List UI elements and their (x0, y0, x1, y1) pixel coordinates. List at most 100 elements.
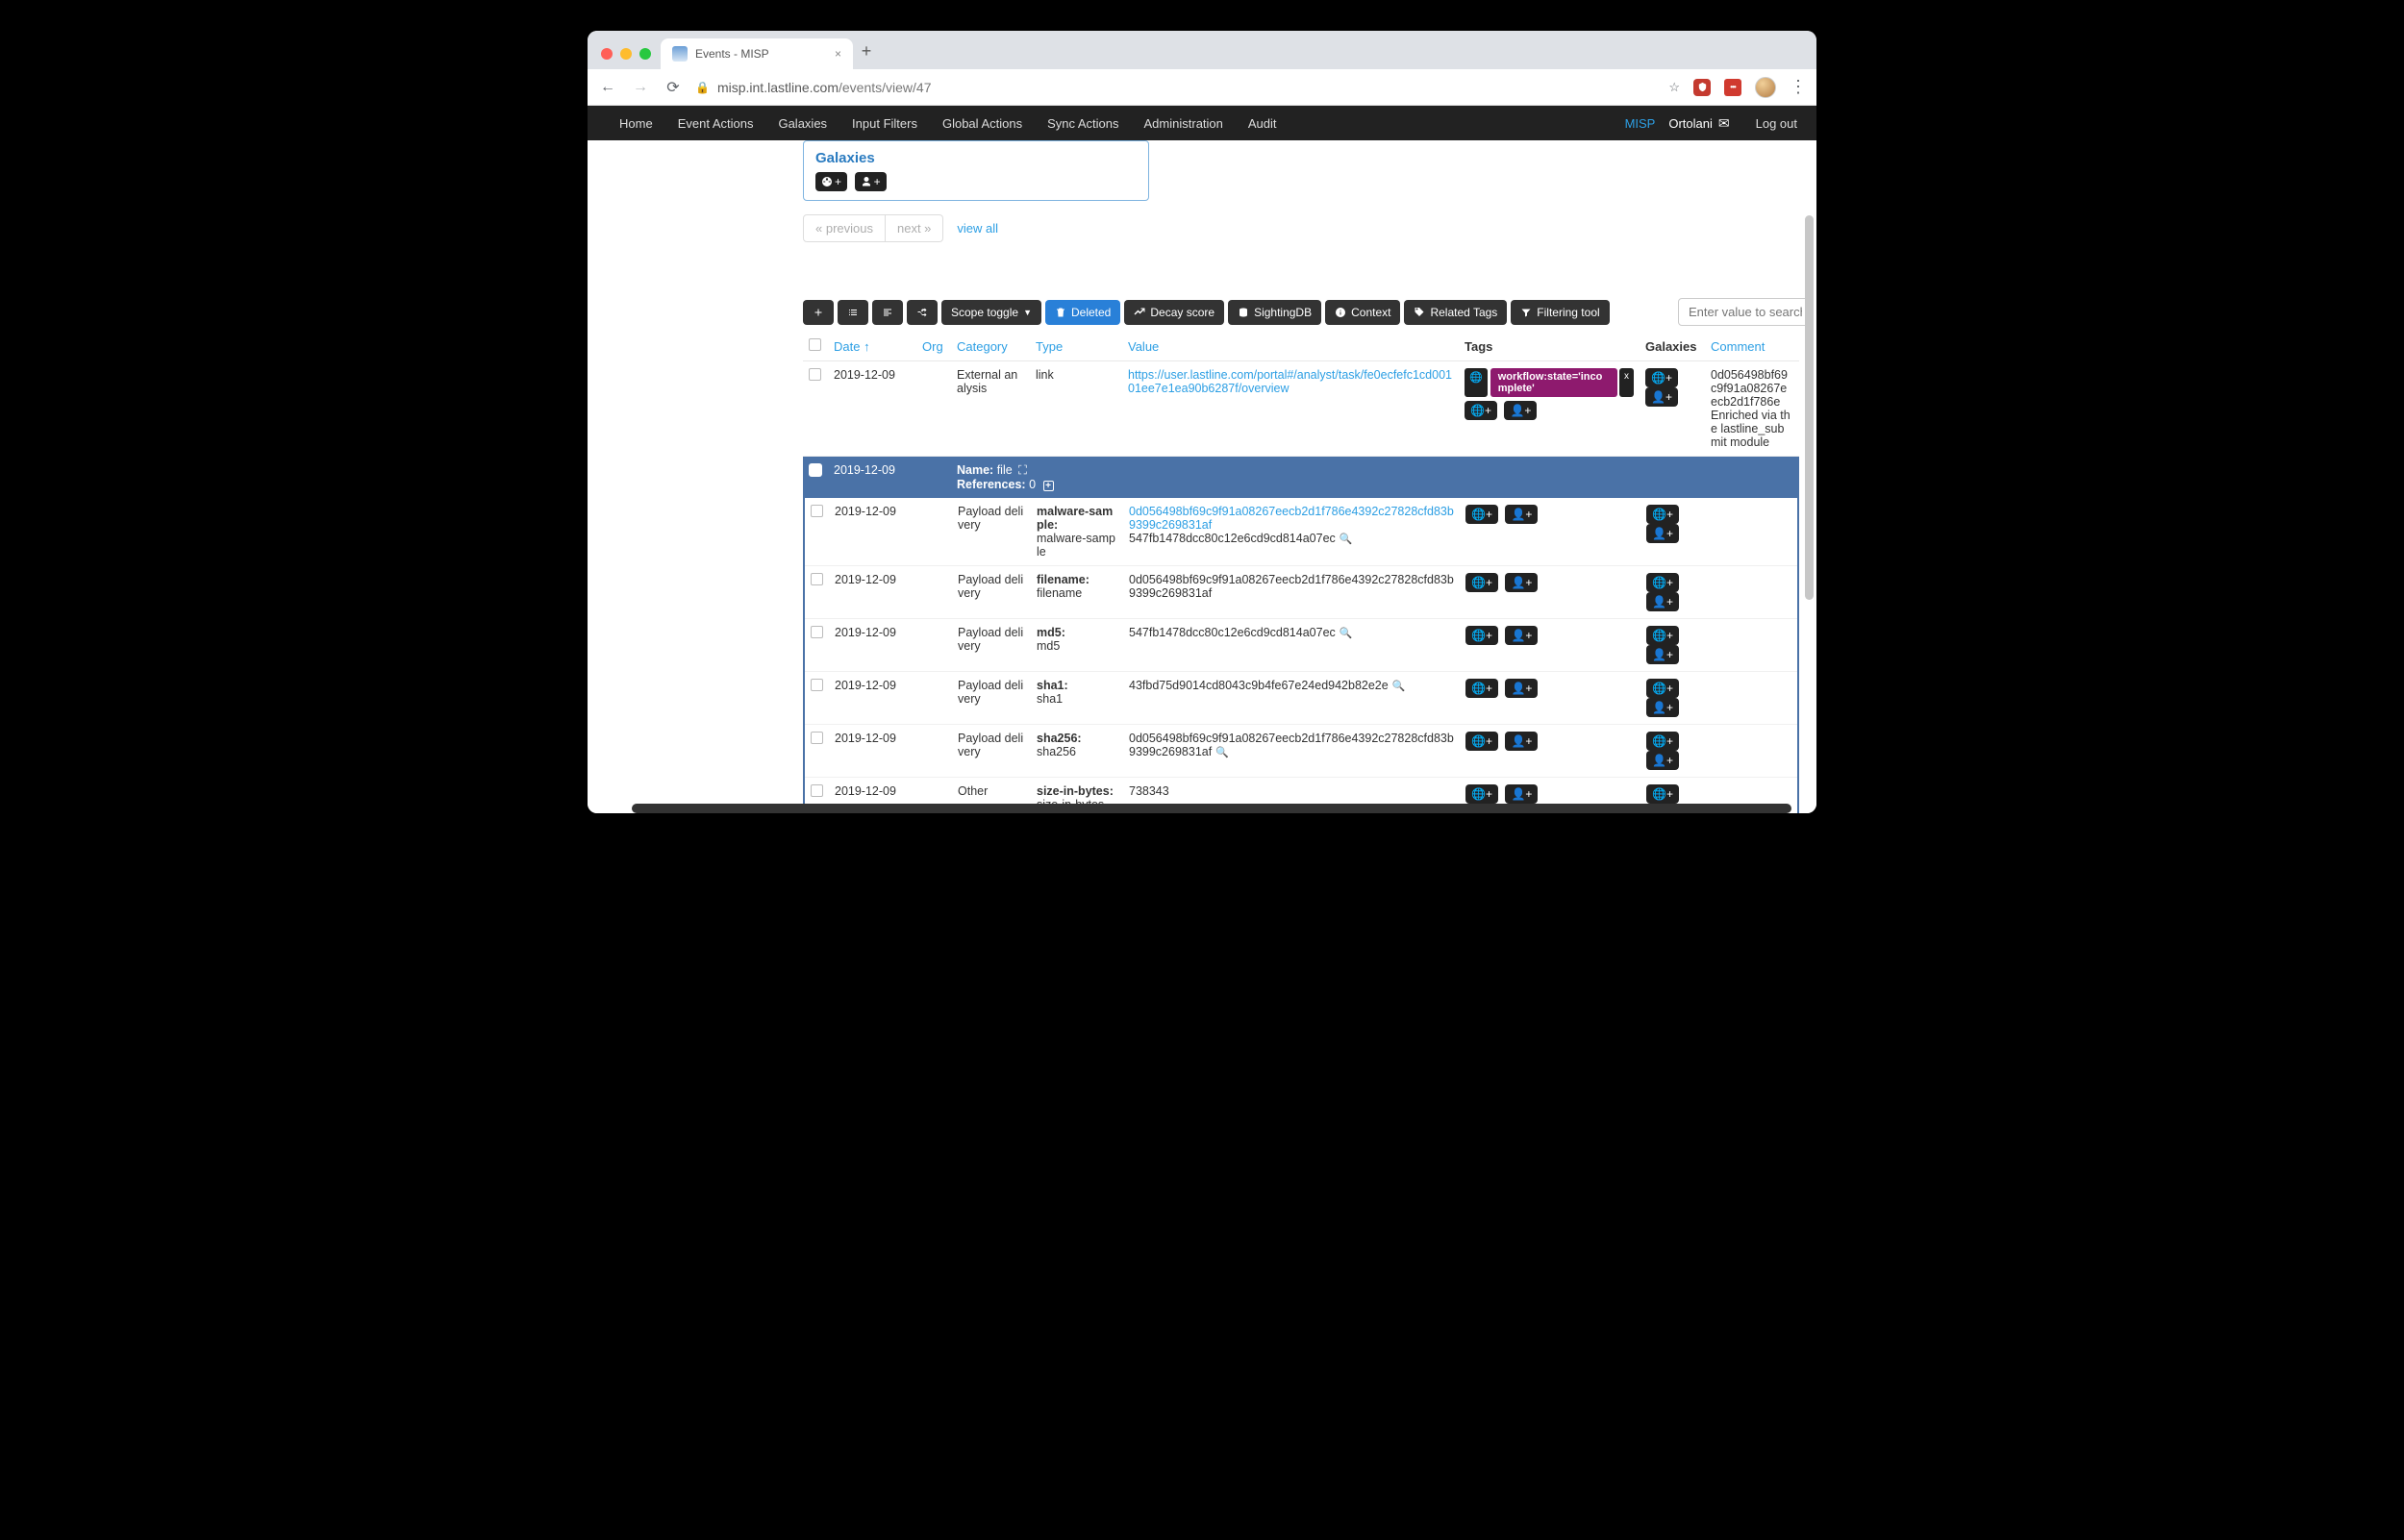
value-link[interactable]: https://user.lastline.com/portal#/analys… (1128, 368, 1452, 395)
th-date[interactable]: Date ↑ (828, 332, 916, 361)
add-attribute-button[interactable] (803, 300, 834, 325)
related-tags-button[interactable]: Related Tags (1404, 300, 1507, 325)
add-global-tag-button[interactable]: 🌐+ (1465, 626, 1498, 645)
window-controls (595, 48, 661, 69)
add-global-tag-button[interactable]: 🌐+ (1465, 573, 1498, 592)
add-global-tag-button[interactable]: 🌐+ (1465, 732, 1498, 751)
view-all-link[interactable]: view all (957, 221, 998, 236)
browser-tab[interactable]: Events - MISP × (661, 38, 853, 69)
row-checkbox[interactable] (811, 784, 823, 797)
align-view-button[interactable] (872, 300, 903, 325)
add-reference-button[interactable]: + (1043, 481, 1054, 491)
th-org[interactable]: Org (916, 332, 951, 361)
nav-event-actions[interactable]: Event Actions (665, 116, 766, 131)
add-global-galaxy-button[interactable]: 🌐+ (1646, 679, 1679, 698)
remove-tag-button[interactable]: x (1619, 368, 1634, 397)
tag-scope-icon[interactable]: 🌐 (1465, 368, 1488, 397)
nav-home[interactable]: Home (607, 116, 665, 131)
maximize-window-icon[interactable] (639, 48, 651, 60)
cell-date: 2019-12-09 (829, 619, 917, 672)
nav-sync-actions[interactable]: Sync Actions (1035, 116, 1131, 131)
value-link[interactable]: 0d056498bf69c9f91a08267eecb2d1f786e4392c… (1129, 505, 1454, 532)
add-local-galaxy-button[interactable]: 👤+ (1646, 592, 1679, 611)
url-field[interactable]: 🔒 misp.int.lastline.com/events/view/47 (695, 80, 1657, 95)
reload-button[interactable]: ⟳ (663, 78, 684, 97)
add-global-tag-button[interactable]: 🌐+ (1465, 679, 1498, 698)
logout-link[interactable]: Log out (1743, 116, 1797, 131)
add-global-galaxy-button[interactable]: 🌐+ (1646, 784, 1679, 804)
row-checkbox[interactable] (811, 505, 823, 517)
row-checkbox[interactable] (809, 368, 821, 381)
add-global-tag-button[interactable]: 🌐+ (1465, 505, 1498, 524)
add-global-tag-button[interactable]: 🌐+ (1465, 784, 1498, 804)
nav-input-filters[interactable]: Input Filters (839, 116, 930, 131)
horizontal-scrollbar[interactable] (632, 804, 1791, 813)
th-comment[interactable]: Comment (1705, 332, 1799, 361)
new-tab-button[interactable]: + (853, 41, 880, 69)
add-local-tag-button[interactable]: 👤+ (1505, 505, 1538, 524)
magnify-icon[interactable]: 🔍 (1215, 747, 1229, 758)
th-value[interactable]: Value (1122, 332, 1459, 361)
deleted-toggle-button[interactable]: Deleted (1045, 300, 1120, 325)
bookmark-icon[interactable]: ☆ (1668, 80, 1680, 95)
th-type[interactable]: Type (1030, 332, 1122, 361)
nav-galaxies[interactable]: Galaxies (765, 116, 839, 131)
add-local-tag-button[interactable]: 👤+ (1505, 732, 1538, 751)
add-global-galaxy-button[interactable]: 🌐+ (1645, 368, 1678, 387)
close-tab-icon[interactable]: × (835, 47, 841, 61)
th-category[interactable]: Category (951, 332, 1030, 361)
scope-toggle-button[interactable]: Scope toggle ▼ (941, 300, 1041, 325)
add-global-tag-button[interactable]: 🌐+ (1465, 401, 1497, 420)
row-checkbox[interactable] (811, 679, 823, 691)
add-global-galaxy-button[interactable]: 🌐+ (1646, 573, 1679, 592)
user-menu[interactable]: Ortolani ✉ (1668, 115, 1729, 132)
nav-audit[interactable]: Audit (1236, 116, 1290, 131)
prev-page-button[interactable]: « previous (803, 214, 886, 242)
minimize-window-icon[interactable] (620, 48, 632, 60)
row-checkbox[interactable] (811, 573, 823, 585)
sightingdb-button[interactable]: SightingDB (1228, 300, 1321, 325)
add-local-galaxy-button[interactable]: 👤+ (1645, 387, 1678, 407)
back-button[interactable]: ← (597, 79, 618, 96)
workflow-tag[interactable]: workflow:state='incomplete' (1490, 368, 1617, 397)
magnify-icon[interactable]: 🔍 (1392, 681, 1406, 692)
next-page-button[interactable]: next » (886, 214, 943, 242)
nav-global-actions[interactable]: Global Actions (930, 116, 1035, 131)
browser-menu-icon[interactable]: ⋮ (1790, 77, 1807, 97)
select-all-checkbox[interactable] (809, 338, 821, 351)
brand-link[interactable]: MISP (1625, 116, 1656, 131)
vertical-scrollbar[interactable] (1804, 181, 1814, 800)
decay-score-button[interactable]: Decay score (1124, 300, 1224, 325)
expand-icon[interactable]: ⛶ (1018, 463, 1027, 477)
add-local-galaxy-button[interactable]: 👤+ (1646, 751, 1679, 770)
add-local-galaxy-button[interactable]: 👤+ (1646, 698, 1679, 717)
magnify-icon[interactable]: 🔍 (1340, 628, 1353, 639)
add-local-galaxy-button[interactable]: 👤+ (1646, 524, 1679, 543)
add-local-tag-button[interactable]: 👤+ (1505, 573, 1538, 592)
nav-administration[interactable]: Administration (1132, 116, 1236, 131)
add-local-galaxy-button[interactable]: 👤+ (1646, 645, 1679, 664)
add-global-galaxy-button[interactable]: 🌐+ (1646, 626, 1679, 645)
add-local-tag-button[interactable]: 👤+ (1505, 679, 1538, 698)
add-local-tag-button[interactable]: 👤+ (1504, 401, 1537, 420)
profile-avatar[interactable] (1755, 77, 1776, 98)
list-view-button[interactable] (838, 300, 868, 325)
ublock-extension-icon[interactable] (1693, 79, 1711, 96)
add-local-tag-button[interactable]: 👤+ (1505, 626, 1538, 645)
add-global-galaxy-button[interactable]: 🌐+ (1646, 505, 1679, 524)
context-button[interactable]: Context (1325, 300, 1400, 325)
lastpass-extension-icon[interactable]: ••• (1724, 79, 1741, 96)
object-checkbox[interactable] (809, 463, 822, 477)
magnify-icon[interactable]: 🔍 (1340, 534, 1353, 545)
galaxies-panel: Galaxies + + (803, 140, 1149, 201)
add-user-galaxy-button[interactable]: + (855, 172, 887, 191)
row-checkbox[interactable] (811, 626, 823, 638)
filtering-tool-button[interactable]: Filtering tool (1511, 300, 1609, 325)
add-global-galaxy-button[interactable]: + (815, 172, 847, 191)
add-global-galaxy-button[interactable]: 🌐+ (1646, 732, 1679, 751)
close-window-icon[interactable] (601, 48, 613, 60)
search-input[interactable] (1678, 298, 1813, 326)
row-checkbox[interactable] (811, 732, 823, 744)
shuffle-button[interactable] (907, 300, 938, 325)
add-local-tag-button[interactable]: 👤+ (1505, 784, 1538, 804)
